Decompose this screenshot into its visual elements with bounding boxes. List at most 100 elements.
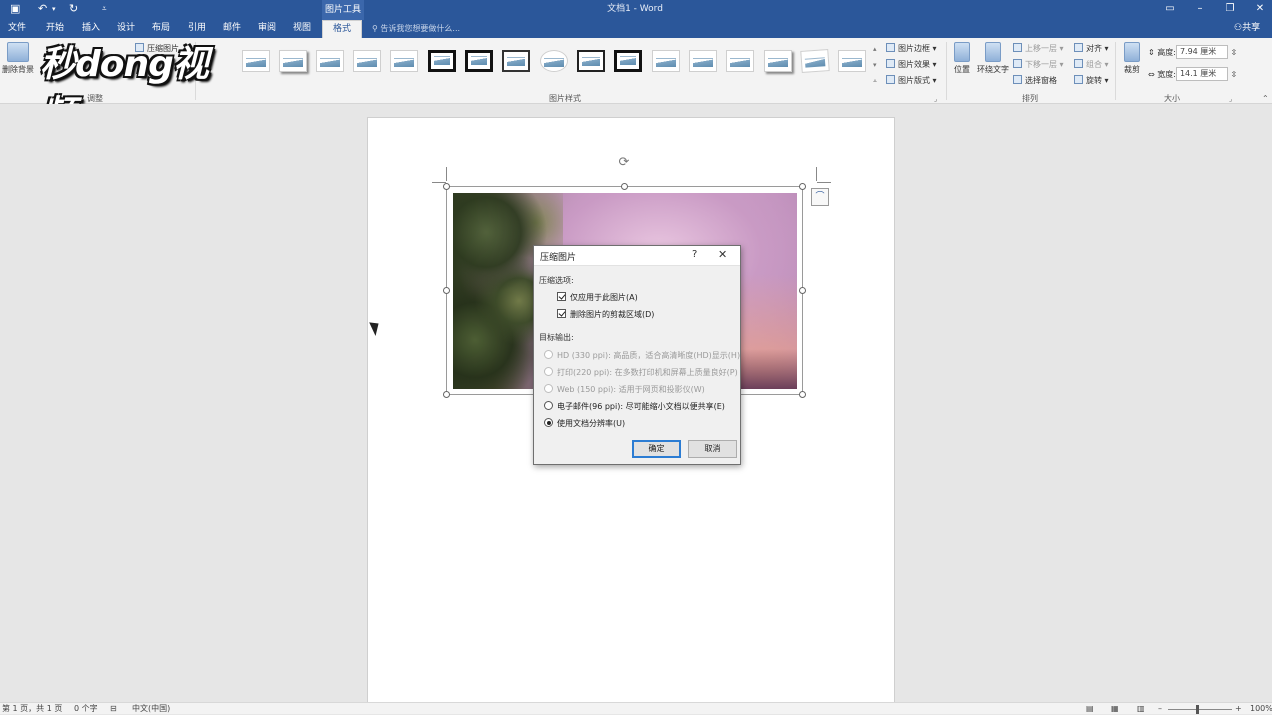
minimize-icon[interactable]: – xyxy=(1188,0,1212,20)
picture-border-button[interactable]: 图片边框 ▾ xyxy=(886,42,937,56)
zoom-level[interactable]: 100% xyxy=(1250,703,1272,715)
picture-style-9[interactable] xyxy=(540,50,568,72)
watermark-logo: 秒dong视频 xyxy=(40,44,209,135)
picture-style-5[interactable] xyxy=(390,50,418,72)
share-button[interactable]: ⚇共享 xyxy=(1234,20,1260,38)
apply-only-checkbox[interactable]: 仅应用于此图片(A) xyxy=(557,292,638,304)
resize-handle-left[interactable] xyxy=(443,287,450,294)
picture-style-4[interactable] xyxy=(353,50,381,72)
picture-style-2[interactable] xyxy=(279,50,307,72)
resize-handle-top-left[interactable] xyxy=(443,183,450,190)
picture-style-11[interactable] xyxy=(614,50,642,72)
picture-effects-button[interactable]: 图片效果 ▾ xyxy=(886,58,937,72)
zoom-slider[interactable] xyxy=(1168,709,1232,710)
tab-mailings[interactable]: 邮件 xyxy=(217,20,247,38)
ribbon-display-icon[interactable]: ▭ xyxy=(1158,0,1182,20)
crop-button[interactable]: 裁剪 xyxy=(1119,42,1145,75)
remove-background-button[interactable]: 删除背景 xyxy=(1,42,35,75)
picture-style-12[interactable] xyxy=(652,50,680,72)
delete-cropped-checkbox[interactable]: 删除图片的剪裁区域(D) xyxy=(557,309,654,321)
tab-format[interactable]: 格式 xyxy=(322,20,362,38)
align-button[interactable]: 对齐 ▾ xyxy=(1074,42,1109,56)
restore-icon[interactable]: ❐ xyxy=(1218,0,1242,20)
zoom-slider-thumb[interactable] xyxy=(1196,705,1199,714)
width-spinner-icon[interactable]: ⇳ xyxy=(1228,70,1237,79)
radio-document-resolution[interactable]: 使用文档分辨率(U) xyxy=(544,418,625,430)
undo-dropdown-icon[interactable]: ▾ xyxy=(52,5,56,13)
resize-handle-bottom-left[interactable] xyxy=(443,391,450,398)
radio-web[interactable]: Web (150 ppi): 适用于网页和投影仪(W) xyxy=(544,384,705,396)
picture-layout-button[interactable]: 图片版式 ▾ xyxy=(886,74,937,88)
picture-style-7[interactable] xyxy=(465,50,493,72)
height-input[interactable]: 7.94 厘米 xyxy=(1175,45,1228,59)
group-icon xyxy=(1074,59,1083,68)
picture-style-6[interactable] xyxy=(428,50,456,72)
customize-toolbar-icon[interactable]: ⩡ xyxy=(102,4,107,14)
picture-style-10[interactable] xyxy=(577,50,605,72)
picture-style-3[interactable] xyxy=(316,50,344,72)
rotate-button[interactable]: 旋转 ▾ xyxy=(1074,74,1109,88)
tab-references[interactable]: 引用 xyxy=(182,20,212,38)
resize-handle-bottom-right[interactable] xyxy=(799,391,806,398)
zoom-in-icon[interactable]: + xyxy=(1235,703,1242,715)
wrap-text-button[interactable]: 环绕文字 xyxy=(976,42,1010,75)
styles-scroll-down-icon[interactable]: ▾ xyxy=(873,58,877,72)
height-icon: ⇕ xyxy=(1148,48,1158,57)
picture-style-13[interactable] xyxy=(689,50,717,72)
tab-layout[interactable]: 布局 xyxy=(146,20,176,38)
tab-design[interactable]: 设计 xyxy=(111,20,141,38)
picture-style-1[interactable] xyxy=(242,50,270,72)
resize-handle-right[interactable] xyxy=(799,287,806,294)
close-window-icon[interactable]: ✕ xyxy=(1248,0,1272,20)
bring-forward-button[interactable]: 上移一层 ▾ xyxy=(1013,42,1064,56)
tab-review[interactable]: 审阅 xyxy=(252,20,282,38)
radio-hd[interactable]: HD (330 ppi): 高品质，适合高清晰度(HD)显示(H) xyxy=(544,350,740,362)
resize-handle-top-right[interactable] xyxy=(799,183,806,190)
margin-mark xyxy=(816,167,817,181)
rotate-handle-icon[interactable]: ⟳ xyxy=(617,156,631,170)
picture-style-8[interactable] xyxy=(502,50,530,72)
help-icon[interactable]: ? xyxy=(692,249,697,260)
styles-scroll-up-icon[interactable]: ▴ xyxy=(873,42,877,56)
read-mode-icon[interactable]: ▤ xyxy=(1086,703,1094,715)
picture-style-14[interactable] xyxy=(726,50,754,72)
picture-style-15[interactable] xyxy=(764,50,792,72)
zoom-out-icon[interactable]: – xyxy=(1158,703,1162,715)
tab-insert[interactable]: 插入 xyxy=(76,20,106,38)
resize-handle-top[interactable] xyxy=(621,183,628,190)
dialog-close-icon[interactable]: ✕ xyxy=(718,248,727,261)
picture-style-16[interactable] xyxy=(800,49,830,73)
width-input[interactable]: 14.1 厘米 xyxy=(1175,67,1228,81)
language[interactable]: 中文(中国) xyxy=(132,703,170,715)
radio-email[interactable]: 电子邮件(96 ppi): 尽可能缩小文档以便共享(E) xyxy=(544,401,725,413)
radio-print[interactable]: 打印(220 ppi): 在多数打印机和屏幕上质量良好(P) xyxy=(544,367,738,379)
cancel-button[interactable]: 取消 xyxy=(688,440,737,458)
selection-pane-button[interactable]: 选择窗格 xyxy=(1013,74,1057,88)
redo-icon[interactable]: ↻ xyxy=(69,2,78,15)
tell-me-search[interactable]: ⚲ 告诉我您想要做什么... xyxy=(372,20,460,38)
tab-home[interactable]: 开始 xyxy=(40,20,70,38)
send-backward-button[interactable]: 下移一层 ▾ xyxy=(1013,58,1064,72)
status-bar: 第 1 页，共 1 页 0 个字 ⊟ 中文(中国) ▤ ▦ ▥ – + 100% xyxy=(0,702,1272,714)
word-count[interactable]: 0 个字 xyxy=(74,703,98,715)
height-spinner-icon[interactable]: ⇳ xyxy=(1228,48,1237,57)
group-button[interactable]: 组合 ▾ xyxy=(1074,58,1109,72)
tab-view[interactable]: 视图 xyxy=(287,20,317,38)
proofing-icon[interactable]: ⊟ xyxy=(110,703,117,715)
undo-icon[interactable]: ↶ xyxy=(38,2,47,15)
align-icon xyxy=(1074,43,1083,52)
styles-more-icon[interactable]: ⩡ xyxy=(873,74,877,88)
effects-icon xyxy=(886,59,895,68)
web-layout-icon[interactable]: ▥ xyxy=(1137,703,1145,715)
tab-file[interactable]: 文件 xyxy=(2,20,32,38)
window-title: 文档1 - Word xyxy=(607,4,663,14)
width-control: ⇔ 宽度: 14.1 厘米 ⇳ xyxy=(1148,67,1238,81)
layout-options-icon[interactable]: ⌒ xyxy=(811,188,829,206)
print-layout-icon[interactable]: ▦ xyxy=(1111,703,1119,715)
ok-button[interactable]: 确定 xyxy=(632,440,681,458)
position-button[interactable]: 位置 xyxy=(949,42,975,75)
radio-selected-icon xyxy=(544,418,553,427)
save-icon[interactable]: ▣ xyxy=(10,2,20,15)
page-count[interactable]: 第 1 页，共 1 页 xyxy=(2,703,62,715)
picture-style-17[interactable] xyxy=(838,50,866,72)
